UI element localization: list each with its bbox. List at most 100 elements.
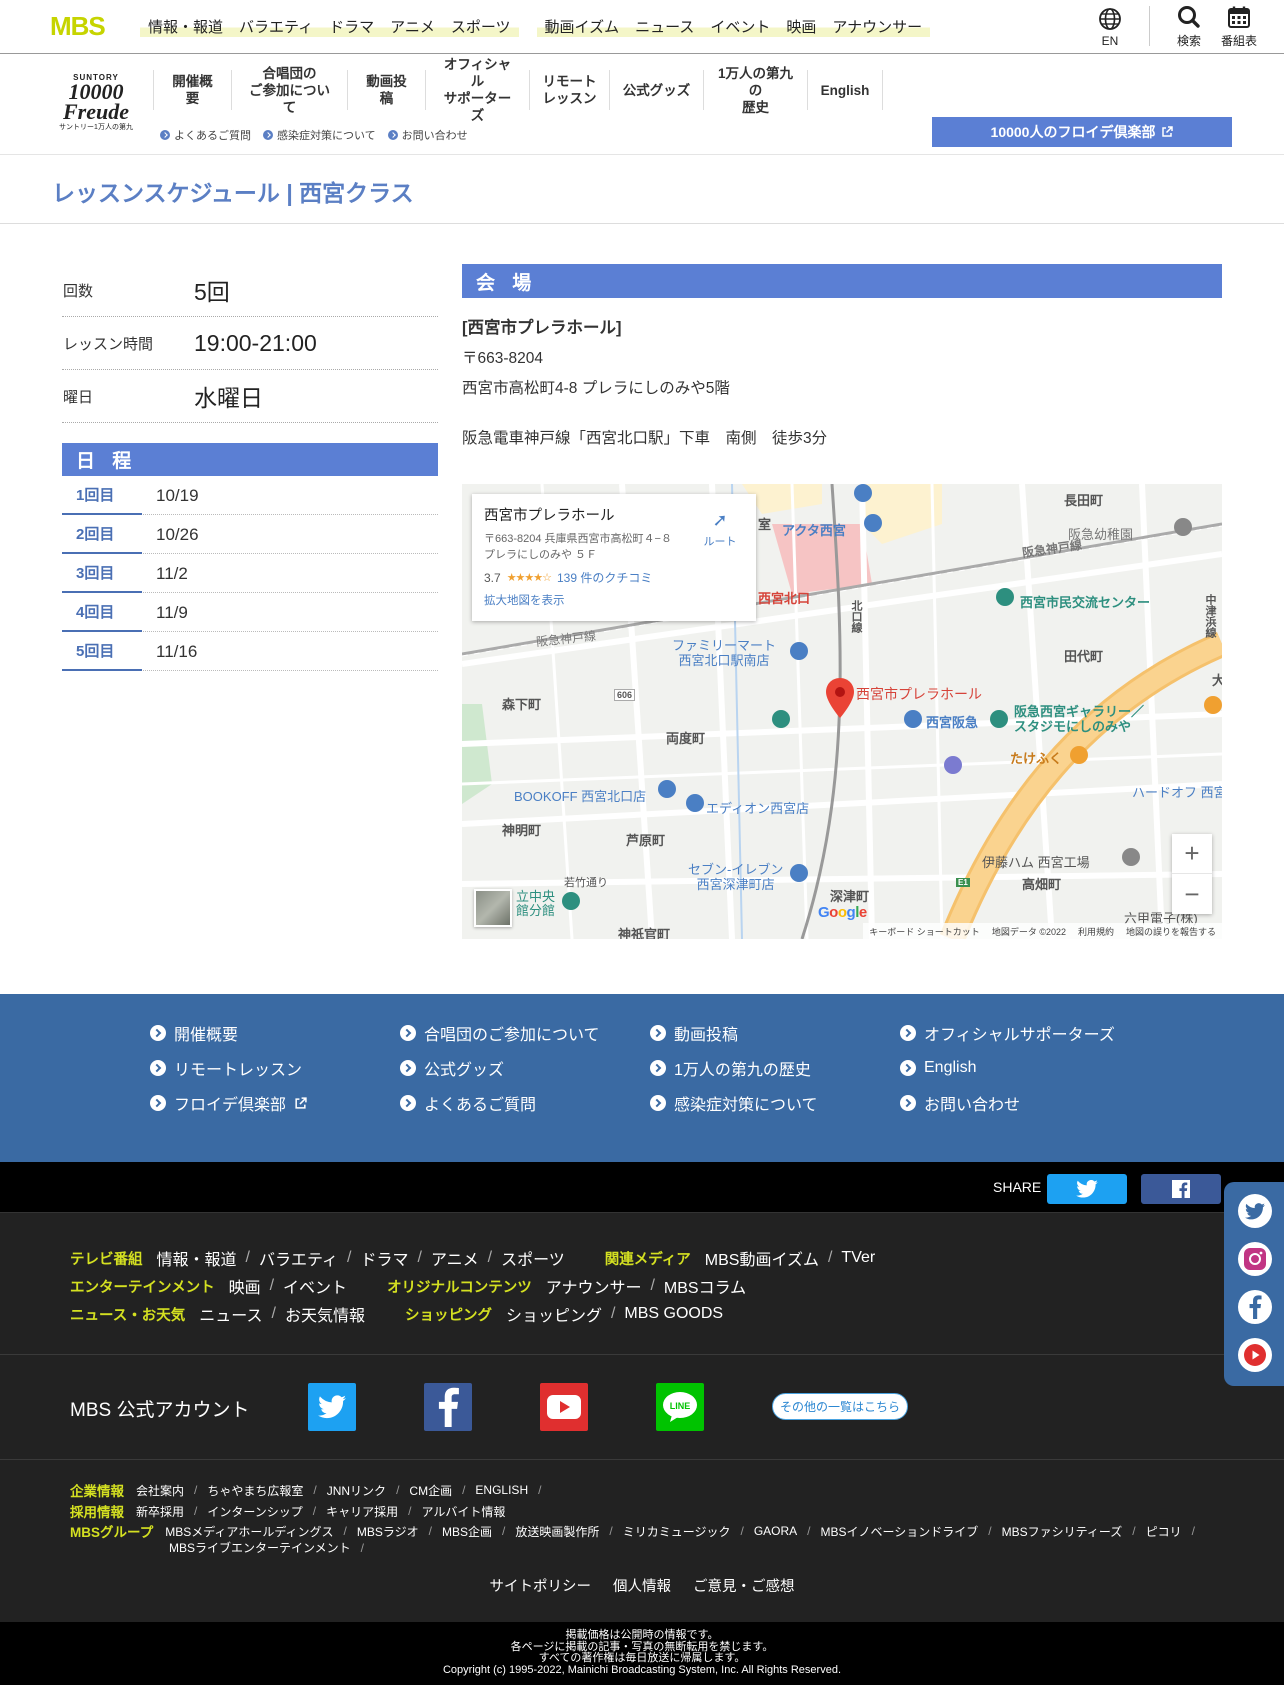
footer-link[interactable]: 動画投稿 (650, 1022, 900, 1044)
privacy-link[interactable]: 個人情報 (613, 1575, 671, 1596)
footer-link[interactable]: リモートレッスン (150, 1057, 400, 1079)
footer-link[interactable]: MBSライブエンターテインメント (169, 1539, 351, 1556)
poi-pin-icon[interactable] (562, 892, 580, 910)
footer-link[interactable]: 映画 (229, 1274, 261, 1298)
report-error-link[interactable]: 地図の誤りを報告する (1126, 925, 1216, 938)
footer-link[interactable]: ショッピング (506, 1302, 602, 1326)
google-map[interactable]: 長田町 阪急幼稚園 阪急神戸線 室 アクタ西宮 西宮北口 北口線 西宮市民交流セ… (462, 484, 1222, 939)
keyboard-shortcuts-link[interactable]: キーボード ショートカット (869, 925, 980, 938)
footer-link[interactable]: 開催概要 (150, 1022, 400, 1044)
account-twitter-link[interactable] (308, 1383, 356, 1431)
zoom-out-button[interactable]: − (1172, 874, 1212, 914)
shop-pin-icon[interactable] (790, 642, 808, 660)
footer-link[interactable]: MBS GOODS (624, 1305, 723, 1323)
footer-link[interactable]: 公式グッズ (400, 1057, 650, 1079)
freude-nav-remote[interactable]: リモート レッスン (529, 70, 609, 110)
mbs-nav-movie[interactable]: 映画 (778, 16, 825, 37)
freude-nav-english[interactable]: English (807, 70, 883, 110)
footer-link[interactable]: 放送映画製作所 (515, 1523, 599, 1540)
footer-link[interactable]: キャリア採用 (326, 1503, 398, 1520)
footer-link[interactable]: アニメ (431, 1246, 479, 1270)
freude-nav-join[interactable]: 合唱団の ご参加について (231, 66, 347, 115)
footer-link[interactable]: MBS企画 (442, 1523, 492, 1540)
shop-pin-icon[interactable] (686, 794, 704, 812)
terms-link[interactable]: 利用規約 (1078, 925, 1114, 938)
footer-link[interactable]: MBSイノベーションドライブ (821, 1523, 979, 1540)
footer-link[interactable]: MBSコラム (664, 1274, 746, 1298)
freude-nav-supporters[interactable]: オフィシャル サポーターズ (425, 57, 529, 123)
footer-link[interactable]: ENGLISH (475, 1483, 528, 1497)
freude-nav-history[interactable]: 1万人の第九の 歴史 (703, 66, 807, 115)
freude-nav-goods[interactable]: 公式グッズ (609, 70, 703, 110)
contact-link[interactable]: お問い合わせ (387, 127, 468, 143)
freude-nav-overview[interactable]: 開催概要 (153, 70, 231, 110)
mbs-nav-sports[interactable]: スポーツ (442, 16, 519, 37)
shop-pin-icon[interactable] (854, 484, 872, 502)
infection-measures-link[interactable]: 感染症対策について (263, 127, 376, 143)
satellite-toggle[interactable] (474, 889, 512, 927)
footer-link[interactable]: 新卒採用 (136, 1503, 184, 1520)
footer-link[interactable]: ニュース (199, 1302, 262, 1326)
enlarge-map-link[interactable]: 拡大地図を表示 (484, 592, 744, 608)
footer-link[interactable]: MBSメディアホールディングス (165, 1523, 333, 1540)
account-facebook-link[interactable] (424, 1383, 472, 1431)
footer-link[interactable]: ミリカミュージック (623, 1523, 731, 1540)
mbs-nav-news[interactable]: 情報・報道 (140, 16, 232, 37)
poi-pin-icon[interactable] (996, 588, 1014, 606)
program-schedule-button[interactable]: 番組表 (1214, 0, 1264, 54)
footer-link[interactable]: アナウンサー (546, 1274, 642, 1298)
side-youtube-link[interactable] (1238, 1338, 1272, 1372)
side-instagram-link[interactable] (1238, 1242, 1272, 1276)
footer-link[interactable]: MBSラジオ (357, 1523, 419, 1540)
footer-link[interactable]: 会社案内 (136, 1482, 184, 1499)
footer-link[interactable]: MBSファシリティーズ (1002, 1523, 1123, 1540)
footer-link[interactable]: インターンシップ (207, 1503, 302, 1520)
poi-pin-icon[interactable] (990, 710, 1008, 728)
footer-link[interactable]: お問い合わせ (900, 1092, 1150, 1114)
account-youtube-link[interactable] (540, 1383, 588, 1431)
footer-link[interactable]: MBS動画イズム (705, 1246, 819, 1270)
mbs-nav-anime[interactable]: アニメ (382, 16, 443, 37)
footer-link[interactable]: スポーツ (501, 1246, 565, 1270)
side-facebook-link[interactable] (1238, 1290, 1272, 1324)
mbs-nav-drama[interactable]: ドラマ (321, 16, 383, 37)
venue-marker-icon[interactable] (826, 678, 854, 718)
restaurant-pin-icon[interactable] (1204, 696, 1222, 714)
freude-club-button[interactable]: 10000人のフロイデ倶楽部 (932, 117, 1232, 147)
freude-nav-video[interactable]: 動画投稿 (347, 70, 425, 110)
footer-link[interactable]: 合唱団のご参加について (400, 1022, 650, 1044)
footer-link[interactable]: お天気情報 (285, 1302, 365, 1326)
footer-link[interactable]: ドラマ (360, 1246, 408, 1270)
footer-link[interactable]: よくあるご質問 (400, 1092, 650, 1114)
poi-pin-icon[interactable] (1122, 848, 1140, 866)
share-twitter-button[interactable] (1047, 1174, 1127, 1204)
side-twitter-link[interactable] (1238, 1194, 1272, 1228)
mbs-nav-newsitem[interactable]: ニュース (627, 16, 703, 37)
footer-link[interactable]: オフィシャルサポーターズ (900, 1022, 1150, 1044)
park-pin-icon[interactable] (772, 710, 790, 728)
footer-link[interactable]: イベント (283, 1274, 347, 1298)
footer-link[interactable]: GAORA (754, 1524, 797, 1538)
account-line-link[interactable]: LINE (656, 1383, 704, 1431)
shop-pin-icon[interactable] (904, 710, 922, 728)
language-en-button[interactable]: EN (1085, 0, 1135, 54)
parking-pin-icon[interactable] (944, 756, 962, 774)
route-button[interactable]: ➚ ルート (700, 510, 740, 549)
footer-link[interactable]: ピコリ (1146, 1523, 1182, 1540)
zoom-in-button[interactable]: + (1172, 834, 1212, 874)
footer-link[interactable]: TVer (841, 1249, 875, 1267)
footer-link[interactable]: JNNリンク (327, 1482, 386, 1499)
footer-link[interactable]: English (900, 1057, 1150, 1079)
school-pin-icon[interactable] (1174, 518, 1192, 536)
share-facebook-button[interactable] (1141, 1174, 1221, 1204)
shop-pin-icon[interactable] (658, 780, 676, 798)
mbs-nav-variety[interactable]: バラエティ (231, 16, 322, 37)
footer-link[interactable]: バラエティ (259, 1246, 338, 1270)
footer-link[interactable]: 情報・報道 (157, 1246, 237, 1270)
mbs-nav-dougaism[interactable]: 動画イズム (536, 16, 628, 37)
site-policy-link[interactable]: サイトポリシー (490, 1575, 592, 1596)
restaurant-pin-icon[interactable] (1070, 746, 1088, 764)
footer-link[interactable]: フロイデ倶楽部 (150, 1092, 400, 1114)
shop-pin-icon[interactable] (864, 514, 882, 532)
freude-logo[interactable]: SUNTORY 10000 Freude サントリー1万人の第九 (50, 73, 142, 131)
